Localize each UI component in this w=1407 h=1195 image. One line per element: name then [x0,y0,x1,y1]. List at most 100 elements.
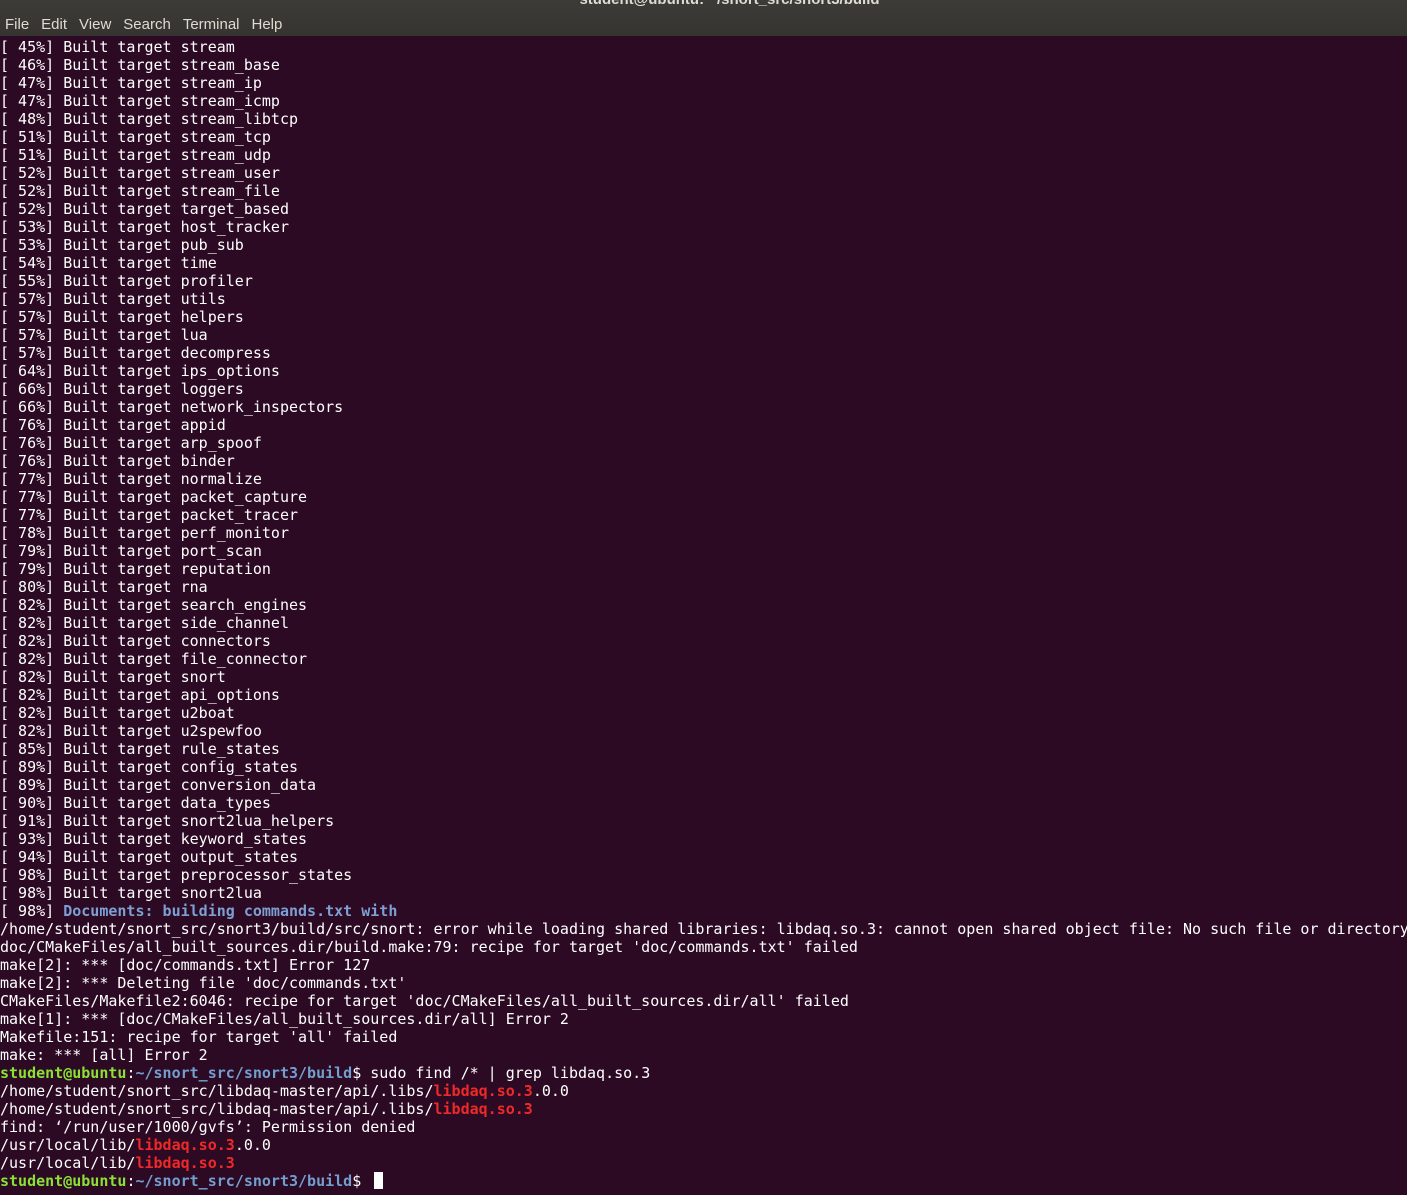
line-text: [ 48%] Built target stream_libtcp [0,110,299,128]
line-text: /home/student/snort_src/snort3/build/src… [0,920,1407,938]
line-text: [ 98%] Built target snort2lua [0,884,262,902]
line-text: [ 45%] Built target stream [0,38,235,56]
window-title: student@ubuntu: ~/snort_src/snort3/build [0,0,1407,8]
terminal-line: [ 91%] Built target snort2lua_helpers [0,812,1407,830]
terminal-line: [ 89%] Built target conversion_data [0,776,1407,794]
terminal-line: doc/CMakeFiles/all_built_sources.dir/bui… [0,938,1407,956]
line-text: Makefile:151: recipe for target 'all' fa… [0,1028,398,1046]
terminal-line: [ 54%] Built target time [0,254,1407,272]
line-text: [ 52%] Built target stream_user [0,164,280,182]
terminal-line: [ 51%] Built target stream_tcp [0,128,1407,146]
line-text: [ 52%] Built target target_based [0,200,289,218]
line-text: [ 91%] Built target snort2lua_helpers [0,812,335,830]
prompt-path: ~/snort_src/snort3/build [135,1172,353,1190]
terminal-line: [ 82%] Built target side_channel [0,614,1407,632]
line-text: [ 79%] Built target port_scan [0,542,262,560]
terminal-line: [ 76%] Built target binder [0,452,1407,470]
match-highlight: libdaq.so.3 [433,1082,533,1100]
line-text: /usr/local/lib/ [0,1154,136,1172]
terminal-window: student@ubuntu: ~/snort_src/snort3/build… [0,0,1407,1195]
menu-file[interactable]: File [0,14,35,36]
menu-terminal[interactable]: Terminal [177,14,246,36]
terminal-line: [ 53%] Built target pub_sub [0,236,1407,254]
line-text: $ sudo find /* | grep libdaq.so.3 [352,1064,651,1082]
match-highlight: libdaq.so.3 [135,1154,235,1172]
line-text: [ 51%] Built target stream_udp [0,146,271,164]
terminal-line: /home/student/snort_src/libdaq-master/ap… [0,1100,1407,1118]
line-text: [ 46%] Built target stream_base [0,56,280,74]
terminal-line: [ 98%] Built target preprocessor_states [0,866,1407,884]
terminal-line: [ 82%] Built target search_engines [0,596,1407,614]
line-text: .0.0 [234,1136,271,1154]
line-text: [ 57%] Built target decompress [0,344,271,362]
line-text: [ 66%] Built target network_inspectors [0,398,344,416]
terminal-line: /usr/local/lib/libdaq.so.3.0.0 [0,1136,1407,1154]
line-text: CMakeFiles/Makefile2:6046: recipe for ta… [0,992,849,1010]
menu-view[interactable]: View [73,14,117,36]
terminal-line: [ 98%] Documents: building commands.txt … [0,902,1407,920]
line-text: [ 52%] Built target stream_file [0,182,280,200]
terminal-line: [ 66%] Built target network_inspectors [0,398,1407,416]
menu-search[interactable]: Search [117,14,177,36]
line-text: [ 82%] Built target api_options [0,686,280,704]
menu-bar: File Edit View Search Terminal Help [0,14,288,36]
line-text: make[2]: *** [doc/commands.txt] Error 12… [0,956,371,974]
line-text: [ 82%] Built target file_connector [0,650,308,668]
line-text: [ 57%] Built target utils [0,290,226,308]
terminal-line: [ 77%] Built target normalize [0,470,1407,488]
line-text: /home/student/snort_src/libdaq-master/ap… [0,1100,434,1118]
terminal-line: [ 45%] Built target stream [0,38,1407,56]
terminal-line: [ 98%] Built target snort2lua [0,884,1407,902]
terminal-line: [ 64%] Built target ips_options [0,362,1407,380]
terminal-line: [ 78%] Built target perf_monitor [0,524,1407,542]
terminal-line: [ 76%] Built target appid [0,416,1407,434]
menu-help[interactable]: Help [246,14,289,36]
line-text: [ 89%] Built target config_states [0,758,299,776]
line-text: [ 98%] Built target preprocessor_states [0,866,353,884]
menu-edit[interactable]: Edit [35,14,73,36]
terminal-line: [ 51%] Built target stream_udp [0,146,1407,164]
terminal-line: make[2]: *** Deleting file 'doc/commands… [0,974,1407,992]
terminal-line: [ 76%] Built target arp_spoof [0,434,1407,452]
line-text: [ 82%] Built target search_engines [0,596,308,614]
terminal-line: [ 46%] Built target stream_base [0,56,1407,74]
line-text: [ 76%] Built target binder [0,452,235,470]
line-text: [ 89%] Built target conversion_data [0,776,317,794]
line-text: [ 47%] Built target stream_icmp [0,92,280,110]
terminal-line: [ 52%] Built target target_based [0,200,1407,218]
line-text: make: *** [all] Error 2 [0,1046,208,1064]
terminal-line: [ 53%] Built target host_tracker [0,218,1407,236]
line-text: /home/student/snort_src/libdaq-master/ap… [0,1082,434,1100]
terminal-line: /usr/local/lib/libdaq.so.3 [0,1154,1407,1172]
terminal-line: [ 57%] Built target helpers [0,308,1407,326]
line-text: [ 66%] Built target loggers [0,380,244,398]
terminal-line: [ 47%] Built target stream_icmp [0,92,1407,110]
line-text: [ 76%] Built target appid [0,416,226,434]
terminal-line: [ 89%] Built target config_states [0,758,1407,776]
terminal-line: [ 52%] Built target stream_file [0,182,1407,200]
line-text: [ 54%] Built target time [0,254,217,272]
terminal-line: [ 93%] Built target keyword_states [0,830,1407,848]
terminal-line: [ 66%] Built target loggers [0,380,1407,398]
terminal-line: [ 57%] Built target lua [0,326,1407,344]
prompt-user: student@ubuntu [0,1064,127,1082]
line-text: .0.0 [532,1082,569,1100]
terminal-line: [ 57%] Built target decompress [0,344,1407,362]
line-text: [ 82%] Built target snort [0,668,226,686]
line-text: [ 76%] Built target arp_spoof [0,434,262,452]
terminal-line: [ 47%] Built target stream_ip [0,74,1407,92]
line-text: [ 85%] Built target rule_states [0,740,280,758]
terminal-line: [ 77%] Built target packet_capture [0,488,1407,506]
line-text: [ 90%] Built target data_types [0,794,271,812]
terminal-output[interactable]: [ 45%] Built target stream[ 46%] Built t… [0,38,1407,1195]
line-text: [ 64%] Built target ips_options [0,362,280,380]
line-text: /usr/local/lib/ [0,1136,136,1154]
line-text: [ 82%] Built target connectors [0,632,271,650]
terminal-line: /home/student/snort_src/libdaq-master/ap… [0,1082,1407,1100]
terminal-line: CMakeFiles/Makefile2:6046: recipe for ta… [0,992,1407,1010]
line-text: [ 55%] Built target profiler [0,272,253,290]
terminal-line: make: *** [all] Error 2 [0,1046,1407,1064]
prompt-user: student@ubuntu [0,1172,127,1190]
line-text: [ 82%] Built target u2spewfoo [0,722,262,740]
line-text: [ 82%] Built target u2boat [0,704,235,722]
